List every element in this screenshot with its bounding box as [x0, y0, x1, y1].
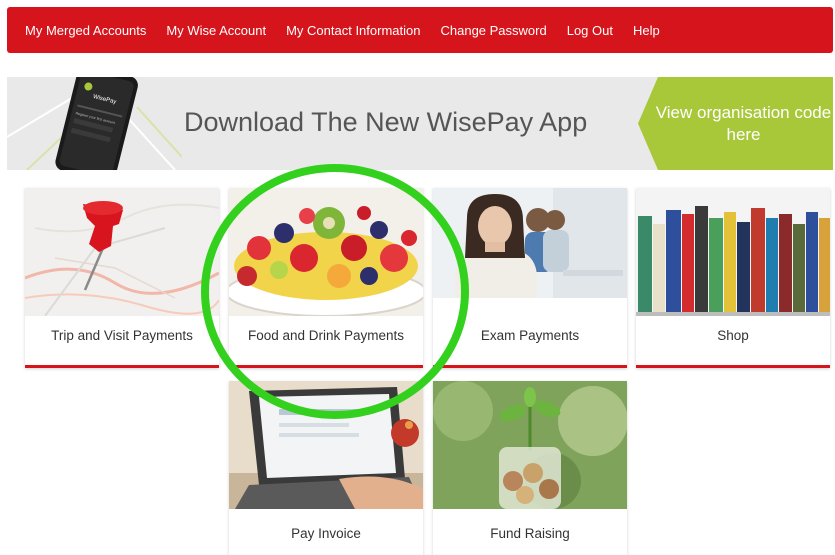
nav-my-merged-accounts[interactable]: My Merged Accounts: [25, 23, 146, 38]
tile-label: Fund Raising: [490, 526, 570, 541]
students-image: [433, 188, 627, 316]
fruit-bowl-image: [229, 188, 423, 316]
tile-label: Food and Drink Payments: [247, 328, 405, 343]
tile-fund-raising[interactable]: Fund Raising: [433, 381, 627, 555]
phone-illustration: WisePay Register your first account: [7, 77, 182, 170]
nav-change-password[interactable]: Change Password: [440, 23, 546, 38]
fruit-bowl-icon: [229, 188, 423, 316]
tile-accent-bar: [636, 365, 830, 368]
banner-cta-label: View organisation code here: [655, 102, 832, 144]
nav-help[interactable]: Help: [633, 23, 660, 38]
tile-shop[interactable]: Shop: [636, 188, 830, 368]
tile-label: Shop: [717, 328, 749, 343]
map-pin-icon: [25, 188, 219, 316]
laptop-image: [229, 381, 423, 509]
top-nav: My Merged Accounts My Wise Account My Co…: [7, 7, 833, 53]
tile-pay-invoice[interactable]: Pay Invoice: [229, 381, 423, 555]
tile-label: Pay Invoice: [291, 526, 361, 541]
tile-food-and-drink-payments[interactable]: Food and Drink Payments: [229, 188, 423, 368]
map-pin-image: [25, 188, 219, 316]
laptop-icon: [229, 381, 423, 509]
books-icon: [636, 188, 830, 316]
nav-my-contact-information[interactable]: My Contact Information: [286, 23, 420, 38]
tile-accent-bar: [229, 365, 423, 368]
nav-log-out[interactable]: Log Out: [567, 23, 613, 38]
tile-exam-payments[interactable]: Exam Payments: [433, 188, 627, 368]
books-image: [636, 188, 830, 316]
students-icon: [433, 188, 627, 316]
tile-accent-bar: [25, 365, 219, 368]
tile-label: Trip and Visit Payments: [51, 328, 193, 343]
app-download-banner[interactable]: WisePay Register your first account Down…: [7, 77, 833, 170]
tile-accent-bar: [433, 365, 627, 368]
tile-trip-and-visit-payments[interactable]: Trip and Visit Payments: [25, 188, 219, 368]
coin-jar-icon: [433, 381, 627, 509]
nav-my-wise-account[interactable]: My Wise Account: [166, 23, 266, 38]
coin-jar-image: [433, 381, 627, 509]
view-organisation-code-button[interactable]: View organisation code here: [638, 77, 833, 170]
tile-label: Exam Payments: [480, 328, 580, 343]
banner-title: Download The New WisePay App: [184, 107, 588, 137]
